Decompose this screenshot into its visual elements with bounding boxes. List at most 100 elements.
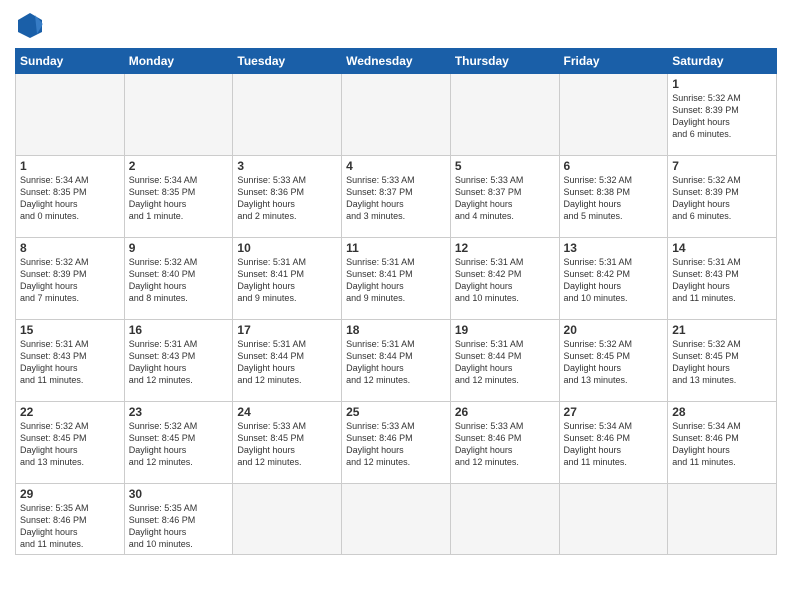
day-info: Sunrise: 5:31 AMSunset: 8:44 PMDaylight … <box>455 339 524 385</box>
day-number: 29 <box>20 487 120 501</box>
day-number: 26 <box>455 405 555 419</box>
week-row-5: 29 Sunrise: 5:35 AMSunset: 8:46 PMDayligh… <box>16 484 777 555</box>
week-row-2: 8Sunrise: 5:32 AMSunset: 8:39 PMDaylight… <box>16 238 777 320</box>
day-number: 1 <box>20 159 120 173</box>
day-number: 24 <box>237 405 337 419</box>
col-header-friday: Friday <box>559 49 668 74</box>
calendar-cell: 27 Sunrise: 5:34 AMSunset: 8:46 PMDayligh… <box>559 402 668 484</box>
calendar-cell: 25Sunrise: 5:33 AMSunset: 8:46 PMDayligh… <box>342 402 451 484</box>
day-info: Sunrise: 5:32 AMSunset: 8:45 PMDaylight … <box>564 339 633 385</box>
col-header-saturday: Saturday <box>668 49 777 74</box>
day-info: Sunrise: 5:33 AMSunset: 8:45 PMDaylight … <box>237 421 306 467</box>
day-number: 18 <box>346 323 446 337</box>
calendar-cell: 5 Sunrise: 5:33 AMSunset: 8:37 PMDaylight… <box>450 156 559 238</box>
day-number: 8 <box>20 241 120 255</box>
day-info: Sunrise: 5:31 AMSunset: 8:42 PMDaylight … <box>564 257 633 303</box>
calendar-cell <box>342 484 451 555</box>
calendar-cell: 30 Sunrise: 5:35 AMSunset: 8:46 PMDayligh… <box>124 484 233 555</box>
day-info: Sunrise: 5:32 AMSunset: 8:38 PMDaylight … <box>564 175 633 221</box>
day-number: 25 <box>346 405 446 419</box>
calendar-cell: 15 Sunrise: 5:31 AMSunset: 8:43 PMDayligh… <box>16 320 125 402</box>
day-info: Sunrise: 5:33 AMSunset: 8:37 PMDaylight … <box>455 175 524 221</box>
calendar-cell: 22 Sunrise: 5:32 AMSunset: 8:45 PMDayligh… <box>16 402 125 484</box>
day-info: Sunrise: 5:32 AMSunset: 8:40 PMDaylight … <box>129 257 198 303</box>
calendar-cell: 1 Sunrise: 5:32 AMSunset: 8:39 PMDaylight… <box>668 74 777 156</box>
calendar-cell: 18Sunrise: 5:31 AMSunset: 8:44 PMDayligh… <box>342 320 451 402</box>
day-number: 22 <box>20 405 120 419</box>
day-info: Sunrise: 5:34 AMSunset: 8:46 PMDaylight … <box>564 421 633 467</box>
logo <box>15 10 49 40</box>
week-row-4: 22 Sunrise: 5:32 AMSunset: 8:45 PMDayligh… <box>16 402 777 484</box>
calendar-cell: 1 Sunrise: 5:34 AMSunset: 8:35 PMDaylight… <box>16 156 125 238</box>
calendar-cell <box>233 74 342 156</box>
calendar-cell <box>16 74 125 156</box>
col-header-monday: Monday <box>124 49 233 74</box>
day-info: Sunrise: 5:31 AMSunset: 8:41 PMDaylight … <box>346 257 415 303</box>
calendar-cell: 17 Sunrise: 5:31 AMSunset: 8:44 PMDayligh… <box>233 320 342 402</box>
calendar-cell: 14Sunrise: 5:31 AMSunset: 8:43 PMDayligh… <box>668 238 777 320</box>
page: SundayMondayTuesdayWednesdayThursdayFrid… <box>0 0 792 612</box>
calendar-cell: 28Sunrise: 5:34 AMSunset: 8:46 PMDayligh… <box>668 402 777 484</box>
col-header-wednesday: Wednesday <box>342 49 451 74</box>
calendar-cell: 2Sunrise: 5:34 AMSunset: 8:35 PMDaylight… <box>124 156 233 238</box>
calendar-cell <box>559 484 668 555</box>
day-number: 30 <box>129 487 229 501</box>
calendar-cell <box>450 484 559 555</box>
day-info: Sunrise: 5:33 AMSunset: 8:46 PMDaylight … <box>455 421 524 467</box>
day-number: 11 <box>346 241 446 255</box>
calendar-table: SundayMondayTuesdayWednesdayThursdayFrid… <box>15 48 777 555</box>
day-info: Sunrise: 5:32 AMSunset: 8:45 PMDaylight … <box>129 421 198 467</box>
header <box>15 10 777 40</box>
calendar-cell: 21Sunrise: 5:32 AMSunset: 8:45 PMDayligh… <box>668 320 777 402</box>
day-number: 21 <box>672 323 772 337</box>
day-number: 15 <box>20 323 120 337</box>
calendar-cell <box>233 484 342 555</box>
day-number: 17 <box>237 323 337 337</box>
calendar-cell <box>559 74 668 156</box>
calendar-cell: 13 Sunrise: 5:31 AMSunset: 8:42 PMDayligh… <box>559 238 668 320</box>
day-number: 19 <box>455 323 555 337</box>
calendar-cell: 4 Sunrise: 5:33 AMSunset: 8:37 PMDaylight… <box>342 156 451 238</box>
calendar-cell: 9 Sunrise: 5:32 AMSunset: 8:40 PMDaylight… <box>124 238 233 320</box>
calendar-cell: 10 Sunrise: 5:31 AMSunset: 8:41 PMDayligh… <box>233 238 342 320</box>
col-header-tuesday: Tuesday <box>233 49 342 74</box>
day-info: Sunrise: 5:33 AMSunset: 8:37 PMDaylight … <box>346 175 415 221</box>
day-info: Sunrise: 5:33 AMSunset: 8:36 PMDaylight … <box>237 175 306 221</box>
day-info: Sunrise: 5:31 AMSunset: 8:42 PMDaylight … <box>455 257 524 303</box>
day-number: 3 <box>237 159 337 173</box>
day-number: 4 <box>346 159 446 173</box>
calendar-cell: 6 Sunrise: 5:32 AMSunset: 8:38 PMDaylight… <box>559 156 668 238</box>
day-info: Sunrise: 5:31 AMSunset: 8:43 PMDaylight … <box>672 257 741 303</box>
header-row: SundayMondayTuesdayWednesdayThursdayFrid… <box>16 49 777 74</box>
day-number: 1 <box>672 77 772 91</box>
calendar-cell: 16Sunrise: 5:31 AMSunset: 8:43 PMDayligh… <box>124 320 233 402</box>
day-number: 12 <box>455 241 555 255</box>
week-row-3: 15 Sunrise: 5:31 AMSunset: 8:43 PMDayligh… <box>16 320 777 402</box>
calendar-cell: 26 Sunrise: 5:33 AMSunset: 8:46 PMDayligh… <box>450 402 559 484</box>
day-info: Sunrise: 5:32 AMSunset: 8:39 PMDaylight … <box>672 93 741 139</box>
day-info: Sunrise: 5:31 AMSunset: 8:43 PMDaylight … <box>129 339 198 385</box>
day-number: 10 <box>237 241 337 255</box>
calendar-cell: 12 Sunrise: 5:31 AMSunset: 8:42 PMDayligh… <box>450 238 559 320</box>
calendar-cell: 8Sunrise: 5:32 AMSunset: 8:39 PMDaylight… <box>16 238 125 320</box>
day-info: Sunrise: 5:31 AMSunset: 8:41 PMDaylight … <box>237 257 306 303</box>
day-number: 28 <box>672 405 772 419</box>
col-header-sunday: Sunday <box>16 49 125 74</box>
day-info: Sunrise: 5:31 AMSunset: 8:44 PMDaylight … <box>237 339 306 385</box>
day-number: 27 <box>564 405 664 419</box>
day-number: 9 <box>129 241 229 255</box>
day-info: Sunrise: 5:31 AMSunset: 8:43 PMDaylight … <box>20 339 89 385</box>
calendar-cell: 24 Sunrise: 5:33 AMSunset: 8:45 PMDayligh… <box>233 402 342 484</box>
day-number: 5 <box>455 159 555 173</box>
day-number: 7 <box>672 159 772 173</box>
calendar-cell: 23Sunrise: 5:32 AMSunset: 8:45 PMDayligh… <box>124 402 233 484</box>
col-header-thursday: Thursday <box>450 49 559 74</box>
day-info: Sunrise: 5:35 AMSunset: 8:46 PMDaylight … <box>129 503 198 549</box>
day-number: 13 <box>564 241 664 255</box>
day-info: Sunrise: 5:32 AMSunset: 8:45 PMDaylight … <box>20 421 89 467</box>
day-number: 6 <box>564 159 664 173</box>
week-row-0: 1 Sunrise: 5:32 AMSunset: 8:39 PMDaylight… <box>16 74 777 156</box>
day-info: Sunrise: 5:34 AMSunset: 8:35 PMDaylight … <box>129 175 198 221</box>
day-info: Sunrise: 5:34 AMSunset: 8:35 PMDaylight … <box>20 175 89 221</box>
day-number: 20 <box>564 323 664 337</box>
